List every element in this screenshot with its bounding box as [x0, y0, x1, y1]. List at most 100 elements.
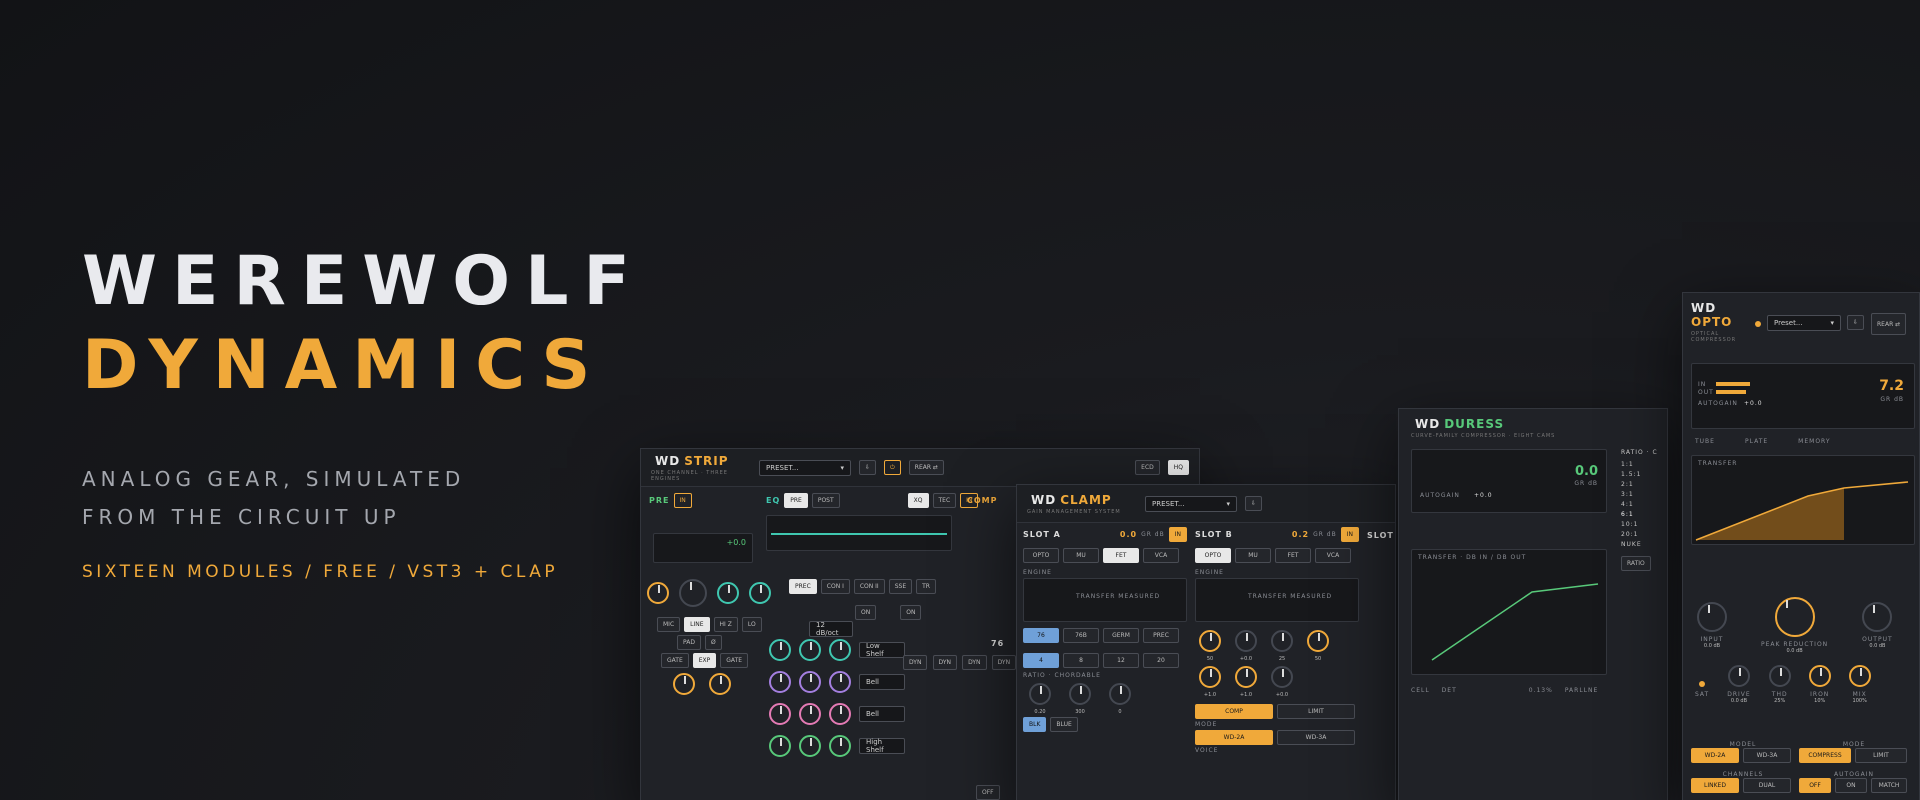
- gate-button[interactable]: GATE: [661, 653, 689, 668]
- band4-type-select[interactable]: High Shelf: [859, 738, 905, 754]
- eq-mode-prec[interactable]: PREC: [789, 579, 817, 594]
- wd3a-button[interactable]: WD-3A: [1277, 730, 1355, 745]
- ratio-4[interactable]: 3:1: [1621, 490, 1667, 500]
- blue-button[interactable]: BLUE: [1050, 717, 1078, 732]
- ratio-8[interactable]: 8: [1063, 653, 1099, 668]
- sc-hpf-knob[interactable]: [1109, 683, 1131, 705]
- ratio-4[interactable]: 4: [1023, 653, 1059, 668]
- autogain-on[interactable]: ON: [1835, 778, 1867, 793]
- opto-mix-knob[interactable]: [1848, 665, 1871, 687]
- limit-button[interactable]: LIMIT: [1277, 704, 1355, 719]
- band2-freq-knob[interactable]: [769, 671, 791, 693]
- ratio-12[interactable]: 12: [1103, 653, 1139, 668]
- dyn-button-1[interactable]: DYN: [903, 655, 928, 670]
- peak-red-knob[interactable]: [1199, 630, 1221, 652]
- hiz-button[interactable]: HI Z: [713, 617, 738, 632]
- band4-freq-knob[interactable]: [769, 735, 791, 757]
- on-button-2[interactable]: ON: [900, 605, 922, 620]
- strip-tec-button[interactable]: TEC: [932, 493, 957, 508]
- slot-b-attack-knob[interactable]: [1199, 666, 1221, 688]
- band2-q-knob[interactable]: [829, 671, 851, 693]
- slot-b-fet[interactable]: FET: [1275, 548, 1311, 563]
- band3-type-select[interactable]: Bell: [859, 706, 905, 722]
- input-knob[interactable]: [647, 582, 669, 604]
- ratio-8[interactable]: 20:1: [1621, 530, 1667, 540]
- band1-q-knob[interactable]: [829, 639, 851, 661]
- attack-knob[interactable]: [1029, 683, 1051, 705]
- type-76[interactable]: 76: [1023, 628, 1059, 643]
- slot-b-release-knob[interactable]: [1235, 666, 1257, 688]
- wd2a-button[interactable]: WD-2A: [1195, 730, 1273, 745]
- strip-rear-button[interactable]: REAR ⇄: [908, 460, 944, 475]
- exp-button[interactable]: EXP: [692, 653, 717, 668]
- strip-pre-in-button[interactable]: IN: [673, 493, 692, 508]
- band2-gain-knob[interactable]: [799, 671, 821, 693]
- strip-save-button[interactable]: ⇩: [859, 460, 877, 475]
- autogain-match[interactable]: MATCH: [1871, 778, 1907, 793]
- opto-rear-button[interactable]: REAR ⇄: [1871, 313, 1907, 335]
- dyn-button-2[interactable]: DYN: [932, 655, 957, 670]
- opto-iron-knob[interactable]: [1808, 665, 1831, 687]
- eq-mode-con2[interactable]: CON II: [853, 579, 885, 594]
- band1-type-select[interactable]: Low Shelf: [859, 642, 905, 658]
- slot-a-opto[interactable]: OPTO: [1023, 548, 1059, 563]
- band4-gain-knob[interactable]: [799, 735, 821, 757]
- autogain-off[interactable]: OFF: [1799, 778, 1831, 793]
- strip-power-button[interactable]: ⏻: [884, 460, 901, 475]
- type-76b[interactable]: 76B: [1063, 628, 1099, 643]
- opto-input-knob[interactable]: [1697, 602, 1727, 632]
- ratio-3[interactable]: 2:1: [1621, 480, 1667, 490]
- dyn-button-3[interactable]: DYN: [962, 655, 987, 670]
- type-prec[interactable]: PREC: [1143, 628, 1179, 643]
- strip-filter-select[interactable]: 12 dB/oct: [809, 621, 853, 637]
- on-button-1[interactable]: ON: [855, 605, 877, 620]
- sc-tilt-knob[interactable]: [1271, 666, 1293, 688]
- band3-q-knob[interactable]: [829, 703, 851, 725]
- band1-gain-knob[interactable]: [799, 639, 821, 661]
- opto-output-knob[interactable]: [1862, 602, 1893, 632]
- ratio-20[interactable]: 20: [1143, 653, 1179, 668]
- strip-preset-select[interactable]: PRESET... ▾: [759, 459, 851, 476]
- ratio-6[interactable]: 6:1: [1621, 510, 1667, 520]
- line-button[interactable]: LINE: [684, 617, 710, 632]
- band4-q-knob[interactable]: [829, 735, 851, 757]
- drive-knob[interactable]: [1235, 630, 1257, 652]
- clamp-preset-select[interactable]: PRESET... ▾: [1145, 495, 1237, 512]
- gate-release-knob[interactable]: [709, 673, 731, 695]
- ratio-5[interactable]: 4:1: [1621, 500, 1667, 510]
- mic-button[interactable]: MIC: [657, 617, 681, 632]
- strip-xq-button[interactable]: XQ: [907, 493, 929, 508]
- ratio-9[interactable]: NUKE: [1621, 540, 1667, 550]
- dyn-button-4[interactable]: DYN: [991, 655, 1017, 670]
- opto-preset-select[interactable]: Preset... ▾: [1767, 315, 1841, 331]
- level-knob[interactable]: [717, 582, 739, 604]
- opto-drive-knob[interactable]: [1727, 665, 1750, 687]
- gate-threshold-knob[interactable]: [673, 673, 695, 695]
- strip-eq-pre-tab[interactable]: PRE: [784, 493, 808, 508]
- channels-dual[interactable]: DUAL: [1743, 778, 1791, 793]
- model-wd2a[interactable]: WD-2A: [1691, 748, 1739, 763]
- mode-compress[interactable]: COMPRESS: [1799, 748, 1851, 763]
- comp-button[interactable]: COMP: [1195, 704, 1273, 719]
- slot-a-vca[interactable]: VCA: [1143, 548, 1179, 563]
- drive-knob[interactable]: [679, 579, 707, 607]
- band3-gain-knob[interactable]: [799, 703, 821, 725]
- blk-button[interactable]: BLK: [1023, 717, 1047, 732]
- opto-thd-knob[interactable]: [1768, 665, 1791, 687]
- release-knob[interactable]: [1069, 683, 1091, 705]
- thd-knob[interactable]: [1271, 630, 1293, 652]
- eq-mode-sse[interactable]: SSE: [888, 579, 913, 594]
- peak-reduction-knob[interactable]: [1774, 597, 1815, 637]
- slot-a-fet[interactable]: FET: [1103, 548, 1139, 563]
- trim-knob[interactable]: [749, 582, 771, 604]
- channels-linked[interactable]: LINKED: [1691, 778, 1739, 793]
- strip-hq-button[interactable]: HQ: [1167, 460, 1189, 475]
- ratio-button[interactable]: RATIO: [1621, 556, 1651, 571]
- strip-eq-post-tab[interactable]: POST: [811, 493, 840, 508]
- gate2-button[interactable]: GATE: [720, 653, 749, 668]
- mode-limit[interactable]: LIMIT: [1855, 748, 1907, 763]
- clamp-save-button[interactable]: ⇩: [1245, 496, 1263, 511]
- slot-a-in-button[interactable]: IN: [1168, 527, 1187, 542]
- strip-ecd-button[interactable]: ECD: [1135, 460, 1160, 475]
- opto-save-button[interactable]: ⇩: [1847, 315, 1865, 330]
